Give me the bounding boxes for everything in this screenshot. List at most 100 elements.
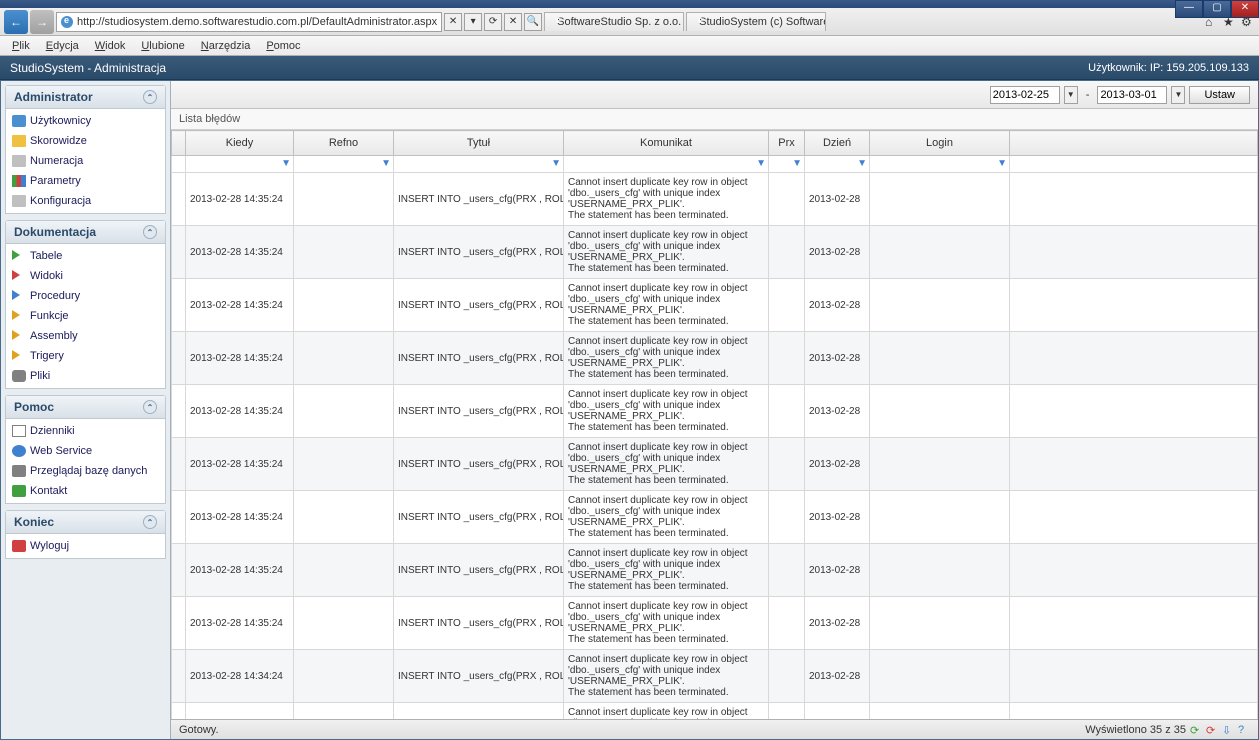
url-refresh-button[interactable]: ⟳ (484, 13, 502, 31)
export-icon[interactable]: ⇩ (1222, 724, 1234, 736)
filter-cell[interactable]: ▼ (294, 156, 394, 173)
menu-item-edycja[interactable]: Edycja (38, 38, 87, 54)
table-cell (172, 597, 186, 650)
nav-item-label: Tabele (30, 250, 62, 262)
set-button[interactable]: Ustaw (1189, 86, 1250, 104)
window-minimize-button[interactable]: — (1175, 0, 1203, 18)
filter-cell[interactable]: ▼ (769, 156, 805, 173)
table-row[interactable]: 2013-02-28 14:35:24INSERT INTO _users_cf… (172, 597, 1258, 650)
column-header-Dzień[interactable]: Dzień (805, 131, 870, 156)
column-header-Prx[interactable]: Prx (769, 131, 805, 156)
nav-item-kontakt[interactable]: Kontakt (6, 481, 165, 501)
filter-cell[interactable] (1010, 156, 1258, 173)
browser-back-button[interactable]: ← (4, 10, 28, 34)
table-cell (769, 597, 805, 650)
nav-item-pliki[interactable]: Pliki (6, 366, 165, 386)
browser-forward-button[interactable]: → (30, 10, 54, 34)
filter-cell[interactable]: ▼ (805, 156, 870, 173)
filter-cell[interactable]: ▼ (186, 156, 294, 173)
nav-item-web-service[interactable]: Web Service (6, 441, 165, 461)
menu-item-plik[interactable]: Plik (4, 38, 38, 54)
refresh-red-icon[interactable]: ⟳ (1206, 724, 1218, 736)
collapse-icon[interactable]: ⌃ (143, 225, 157, 239)
table-cell (769, 226, 805, 279)
nav-item-trigery[interactable]: Trigery (6, 346, 165, 366)
nav-item-procedury[interactable]: Procedury (6, 286, 165, 306)
table-row[interactable]: 2013-02-28 14:34:24INSERT INTO _users_cf… (172, 703, 1258, 720)
window-close-button[interactable]: ✕ (1231, 0, 1259, 18)
menu-item-widok[interactable]: Widok (87, 38, 134, 54)
table-row[interactable]: 2013-02-28 14:34:24INSERT INTO _users_cf… (172, 650, 1258, 703)
filter-icon[interactable]: ▼ (279, 158, 291, 170)
nav-item-wyloguj[interactable]: Wyloguj (6, 536, 165, 556)
table-row[interactable]: 2013-02-28 14:35:24INSERT INTO _users_cf… (172, 385, 1258, 438)
column-header-blank[interactable] (1010, 131, 1258, 156)
menu-item-pomoc[interactable]: Pomoc (258, 38, 308, 54)
nav-item-konfiguracja[interactable]: Konfiguracja (6, 191, 165, 211)
url-search-button[interactable]: 🔍 (524, 13, 542, 31)
window-maximize-button[interactable]: ▢ (1203, 0, 1231, 18)
help-icon[interactable]: ? (1238, 724, 1250, 736)
nav-item-widoki[interactable]: Widoki (6, 266, 165, 286)
table-cell (1010, 544, 1258, 597)
collapse-icon[interactable]: ⌃ (143, 515, 157, 529)
column-header-blank[interactable] (172, 131, 186, 156)
date-toolbar: ▼ - ▼ Ustaw (171, 81, 1258, 109)
grid-wrapper[interactable]: KiedyRefnoTytułKomunikatPrxDzieńLogin▼▼▼… (171, 130, 1258, 719)
date-from-dropdown[interactable]: ▼ (1064, 86, 1078, 104)
filter-icon[interactable]: ▼ (855, 158, 867, 170)
date-from-input[interactable] (990, 86, 1060, 104)
column-header-Kiedy[interactable]: Kiedy (186, 131, 294, 156)
table-row[interactable]: 2013-02-28 14:35:24INSERT INTO _users_cf… (172, 438, 1258, 491)
url-bar[interactable]: http://studiosystem.demo.softwarestudio.… (56, 12, 442, 32)
nav-item-skorowidze[interactable]: Skorowidze (6, 131, 165, 151)
filter-cell[interactable]: ▼ (564, 156, 769, 173)
tab-label: SoftwareStudio Sp. z o.o. prod... (557, 16, 684, 28)
column-header-Login[interactable]: Login (870, 131, 1010, 156)
nav-item-przeglądaj-bazę-danych[interactable]: Przeglądaj bazę danych (6, 461, 165, 481)
table-row[interactable]: 2013-02-28 14:35:24INSERT INTO _users_cf… (172, 491, 1258, 544)
table-cell (1010, 332, 1258, 385)
refresh-green-icon[interactable]: ⟳ (1190, 724, 1202, 736)
table-row[interactable]: 2013-02-28 14:35:24INSERT INTO _users_cf… (172, 226, 1258, 279)
nav-item-assembly[interactable]: Assembly (6, 326, 165, 346)
filter-cell[interactable]: ▼ (870, 156, 1010, 173)
nav-item-tabele[interactable]: Tabele (6, 246, 165, 266)
nav-item-użytkownicy[interactable]: Użytkownicy (6, 111, 165, 131)
column-header-Komunikat[interactable]: Komunikat (564, 131, 769, 156)
nav-item-parametry[interactable]: Parametry (6, 171, 165, 191)
date-to-input[interactable] (1097, 86, 1167, 104)
panel-header[interactable]: Pomoc⌃ (6, 396, 165, 419)
nav-item-funkcje[interactable]: Funkcje (6, 306, 165, 326)
panel-header[interactable]: Dokumentacja⌃ (6, 221, 165, 244)
nav-item-label: Procedury (30, 290, 80, 302)
menu-item-narzędzia[interactable]: Narzędzia (193, 38, 259, 54)
browser-tab-1[interactable]: SoftwareStudio Sp. z o.o. prod... (544, 12, 684, 31)
date-to-dropdown[interactable]: ▼ (1171, 86, 1185, 104)
panel-header[interactable]: Koniec⌃ (6, 511, 165, 534)
table-row[interactable]: 2013-02-28 14:35:24INSERT INTO _users_cf… (172, 332, 1258, 385)
filter-cell[interactable]: ▼ (394, 156, 564, 173)
filter-icon[interactable]: ▼ (790, 158, 802, 170)
menu-item-ulubione[interactable]: Ulubione (133, 38, 192, 54)
browser-tab-2[interactable]: StudioSystem (c) SoftwareS... (686, 12, 826, 31)
column-header-Refno[interactable]: Refno (294, 131, 394, 156)
filter-icon[interactable]: ▼ (754, 158, 766, 170)
url-close-button[interactable]: ✕ (444, 13, 462, 31)
panel-header[interactable]: Administrator⌃ (6, 86, 165, 109)
collapse-icon[interactable]: ⌃ (143, 400, 157, 414)
url-dropdown-button[interactable]: ▾ (464, 13, 482, 31)
nav-item-dzienniki[interactable]: Dzienniki (6, 421, 165, 441)
ic-users-icon (12, 115, 26, 127)
table-row[interactable]: 2013-02-28 14:35:24INSERT INTO _users_cf… (172, 279, 1258, 332)
filter-icon[interactable]: ▼ (549, 158, 561, 170)
column-header-Tytuł[interactable]: Tytuł (394, 131, 564, 156)
filter-icon[interactable]: ▼ (995, 158, 1007, 170)
filter-cell[interactable] (172, 156, 186, 173)
url-stop-button[interactable]: ✕ (504, 13, 522, 31)
filter-icon[interactable]: ▼ (379, 158, 391, 170)
collapse-icon[interactable]: ⌃ (143, 90, 157, 104)
nav-item-numeracja[interactable]: Numeracja (6, 151, 165, 171)
table-row[interactable]: 2013-02-28 14:35:24INSERT INTO _users_cf… (172, 173, 1258, 226)
table-row[interactable]: 2013-02-28 14:35:24INSERT INTO _users_cf… (172, 544, 1258, 597)
